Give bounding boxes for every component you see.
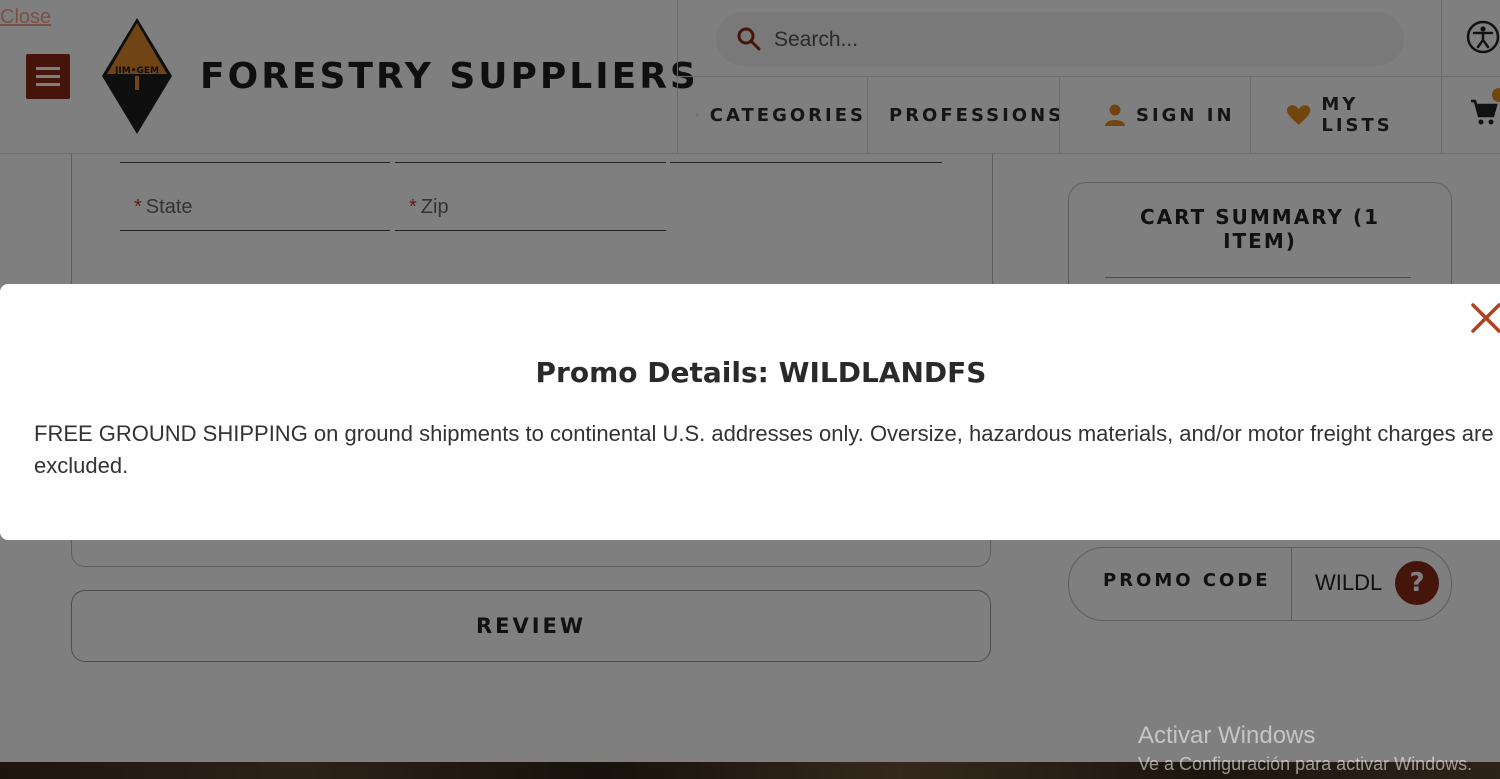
modal-title: Promo Details: WILDLANDFS [535, 356, 987, 389]
windows-activation-hint: Ve a Configuración para activar Windows. [1138, 754, 1473, 774]
promo-details-modal: Promo Details: WILDLANDFS FREE GROUND SH… [0, 284, 1500, 540]
modal-body-text: FREE GROUND SHIPPING on ground shipments… [34, 421, 1494, 478]
windows-activation-watermark: Activar Windows [1138, 722, 1316, 749]
close-icon[interactable] [1470, 302, 1500, 334]
